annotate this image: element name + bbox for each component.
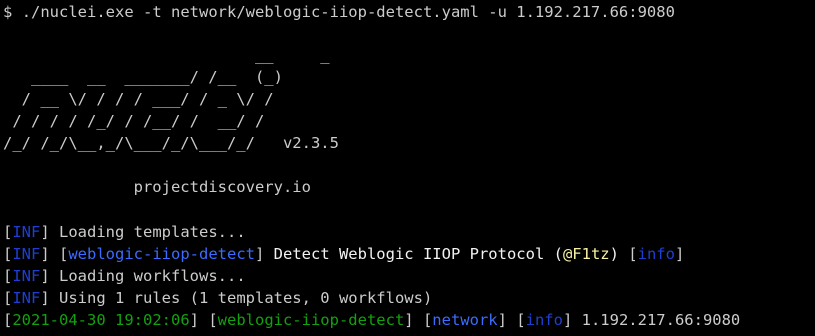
log-text: Loading workflows... bbox=[59, 267, 246, 285]
result-template: weblogic-iiop-detect bbox=[217, 311, 405, 329]
log-line: [INF] Loading templates... bbox=[3, 223, 246, 241]
log-line: [INF] [weblogic-iiop-detect] Detect Webl… bbox=[3, 245, 685, 263]
prompt-symbol: $ bbox=[3, 3, 13, 21]
log-line: [INF] Using 1 rules (1 templates, 0 work… bbox=[3, 289, 433, 307]
log-line: [INF] Loading workflows... bbox=[3, 267, 246, 285]
result-timestamp: 2021-04-30 19:02:06 bbox=[12, 311, 190, 329]
severity-label: info bbox=[637, 245, 675, 263]
template-description-end: ) bbox=[609, 245, 619, 263]
result-protocol: network bbox=[432, 311, 498, 329]
log-tag: INF bbox=[12, 223, 41, 241]
result-line: [2021-04-30 19:02:06] [weblogic-iiop-det… bbox=[3, 311, 741, 329]
nuclei-ascii-banner: __ _ ____ __ _______/ /__ (_) / __ \/ / … bbox=[3, 46, 339, 196]
command-line: $ ./nuclei.exe -t network/weblogic-iiop-… bbox=[3, 1, 675, 23]
result-target: 1.192.217.66:9080 bbox=[581, 311, 741, 329]
log-tag: INF bbox=[12, 267, 41, 285]
template-id: weblogic-iiop-detect bbox=[68, 245, 255, 263]
template-author: @F1tz bbox=[562, 245, 610, 263]
log-tag: INF bbox=[12, 245, 41, 263]
log-text: Loading templates... bbox=[59, 223, 246, 241]
template-description: Detect Weblogic IIOP Protocol ( bbox=[273, 245, 563, 263]
result-severity: info bbox=[525, 311, 563, 329]
log-tag: INF bbox=[12, 289, 41, 307]
log-text: Using 1 rules (1 templates, 0 workflows) bbox=[59, 289, 433, 307]
command-text: ./nuclei.exe -t network/weblogic-iiop-de… bbox=[21, 3, 675, 21]
